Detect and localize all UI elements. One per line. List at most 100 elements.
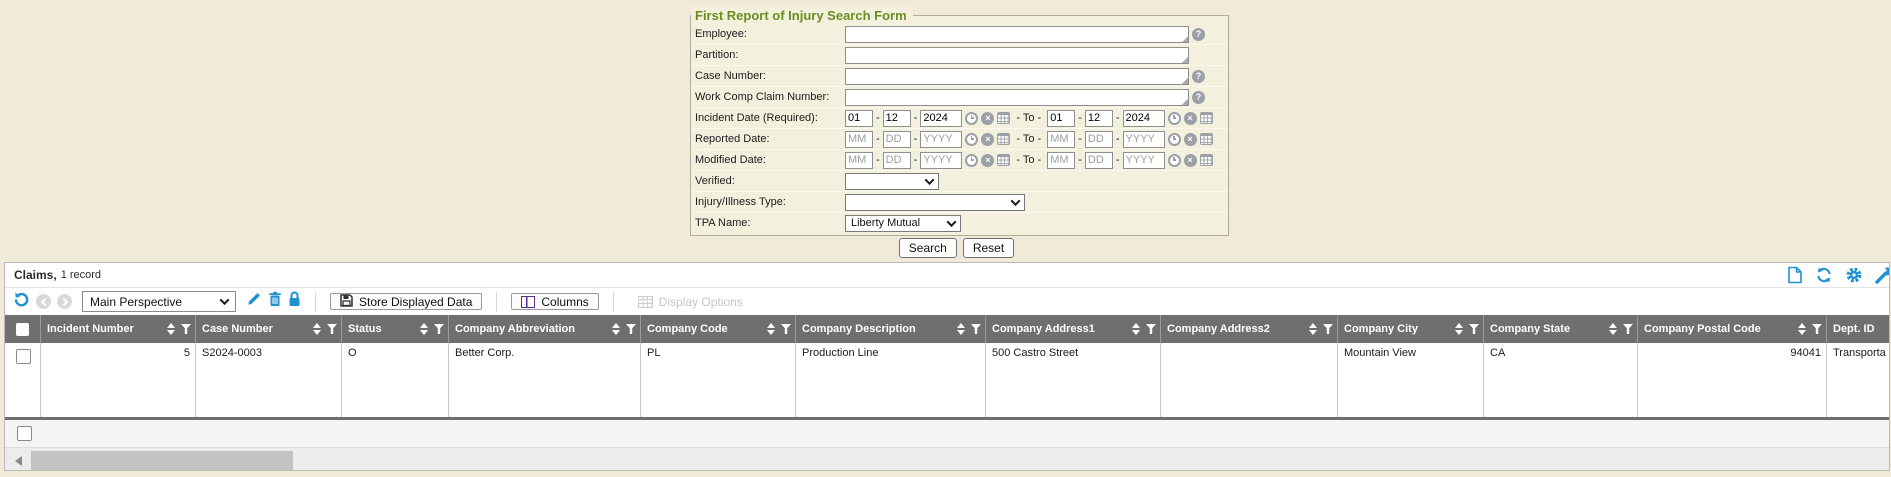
column-header-company-description[interactable]: Company Description — [796, 315, 986, 343]
sort-icon[interactable] — [1309, 323, 1317, 335]
reported-to-day-input[interactable] — [1085, 131, 1113, 148]
lock-icon[interactable] — [288, 291, 301, 312]
column-header-dept-id[interactable]: Dept. ID — [1827, 315, 1889, 343]
column-header-company-abbreviation[interactable]: Company Abbreviation — [449, 315, 641, 343]
calendar-icon[interactable] — [1200, 133, 1213, 145]
sort-icon[interactable] — [1455, 323, 1463, 335]
refresh-icon[interactable] — [1815, 266, 1833, 284]
filter-icon[interactable] — [1323, 324, 1333, 334]
column-header-company-state[interactable]: Company State — [1484, 315, 1638, 343]
case-number-input[interactable] — [845, 68, 1189, 85]
filter-icon[interactable] — [434, 324, 444, 334]
clock-icon[interactable] — [1168, 133, 1181, 146]
employee-input[interactable] — [845, 26, 1189, 43]
filter-icon[interactable] — [327, 324, 337, 334]
row-checkbox[interactable] — [5, 343, 41, 417]
scroll-left-icon[interactable] — [15, 456, 22, 466]
filter-icon[interactable] — [781, 324, 791, 334]
calendar-icon[interactable] — [997, 133, 1010, 145]
incident-to-day-input[interactable] — [1085, 110, 1113, 127]
calendar-icon[interactable] — [1200, 112, 1213, 124]
sort-icon[interactable] — [420, 323, 428, 335]
calendar-icon[interactable] — [997, 112, 1010, 124]
clock-icon[interactable] — [1168, 112, 1181, 125]
help-icon[interactable]: ? — [1192, 70, 1205, 83]
reported-from-month-input[interactable] — [845, 131, 873, 148]
wrench-icon[interactable] — [1875, 266, 1890, 284]
calendar-icon[interactable] — [997, 154, 1010, 166]
filter-icon[interactable] — [1469, 324, 1479, 334]
sort-icon[interactable] — [767, 323, 775, 335]
column-header-company-code[interactable]: Company Code — [641, 315, 796, 343]
clock-icon[interactable] — [965, 112, 978, 125]
filter-icon[interactable] — [626, 324, 636, 334]
sort-icon[interactable] — [957, 323, 965, 335]
filter-icon[interactable] — [1812, 324, 1822, 334]
help-icon[interactable]: ? — [1192, 91, 1205, 104]
calendar-icon[interactable] — [1200, 154, 1213, 166]
undo-icon[interactable] — [13, 291, 30, 313]
filter-icon[interactable] — [1623, 324, 1633, 334]
search-button[interactable]: Search — [899, 238, 957, 258]
reset-button[interactable]: Reset — [963, 238, 1014, 258]
sort-icon[interactable] — [612, 323, 620, 335]
select-all-checkbox[interactable] — [5, 315, 41, 343]
clock-icon[interactable] — [965, 133, 978, 146]
incident-from-day-input[interactable] — [883, 110, 911, 127]
edit-icon[interactable] — [246, 291, 262, 312]
filter-icon[interactable] — [181, 324, 191, 334]
tpa-name-select[interactable]: Liberty Mutual — [845, 215, 961, 232]
modified-from-day-input[interactable] — [883, 152, 911, 169]
clear-icon[interactable]: × — [1184, 154, 1197, 167]
modified-from-year-input[interactable] — [920, 152, 962, 169]
prev-icon[interactable] — [36, 294, 51, 309]
incident-to-year-input[interactable] — [1123, 110, 1165, 127]
column-header-company-postal-code[interactable]: Company Postal Code — [1638, 315, 1827, 343]
modified-to-year-input[interactable] — [1123, 152, 1165, 169]
incident-to-month-input[interactable] — [1047, 110, 1075, 127]
modified-to-day-input[interactable] — [1085, 152, 1113, 169]
clear-icon[interactable]: × — [1184, 112, 1197, 125]
clock-icon[interactable] — [965, 154, 978, 167]
column-header-incident-number[interactable]: Incident Number — [41, 315, 196, 343]
table-row[interactable]: 5 S2024-0003 O Better Corp. PL Productio… — [5, 343, 1889, 417]
columns-button[interactable]: Columns — [511, 293, 598, 310]
reported-from-day-input[interactable] — [883, 131, 911, 148]
column-header-status[interactable]: Status — [342, 315, 449, 343]
sort-icon[interactable] — [313, 323, 321, 335]
horizontal-scrollbar[interactable] — [5, 448, 1889, 471]
modified-from-month-input[interactable] — [845, 152, 873, 169]
partition-input[interactable] — [845, 47, 1189, 64]
reported-to-month-input[interactable] — [1047, 131, 1075, 148]
column-header-company-address1[interactable]: Company Address1 — [986, 315, 1161, 343]
clear-icon[interactable]: × — [981, 154, 994, 167]
verified-select[interactable] — [845, 173, 939, 190]
delete-icon[interactable] — [268, 291, 282, 312]
column-header-case-number[interactable]: Case Number — [196, 315, 342, 343]
incident-from-month-input[interactable] — [845, 110, 873, 127]
work-comp-input[interactable] — [845, 89, 1189, 106]
help-icon[interactable]: ? — [1192, 28, 1205, 41]
clock-icon[interactable] — [1168, 154, 1181, 167]
column-header-company-city[interactable]: Company City — [1338, 315, 1484, 343]
filter-icon[interactable] — [971, 324, 981, 334]
reported-from-year-input[interactable] — [920, 131, 962, 148]
clear-icon[interactable]: × — [981, 133, 994, 146]
filter-icon[interactable] — [1146, 324, 1156, 334]
incident-from-year-input[interactable] — [920, 110, 962, 127]
modified-to-month-input[interactable] — [1047, 152, 1075, 169]
clear-icon[interactable]: × — [981, 112, 994, 125]
store-displayed-data-button[interactable]: Store Displayed Data — [330, 293, 482, 310]
column-header-company-address2[interactable]: Company Address2 — [1161, 315, 1338, 343]
sort-icon[interactable] — [1132, 323, 1140, 335]
clear-icon[interactable]: × — [1184, 133, 1197, 146]
new-document-icon[interactable] — [1787, 266, 1803, 284]
perspective-select[interactable]: Main Perspective — [82, 291, 236, 312]
scrollbar-thumb[interactable] — [31, 451, 293, 470]
sort-icon[interactable] — [1798, 323, 1806, 335]
footer-checkbox[interactable] — [17, 426, 32, 441]
injury-type-select[interactable] — [845, 194, 1025, 211]
sort-icon[interactable] — [167, 323, 175, 335]
reported-to-year-input[interactable] — [1123, 131, 1165, 148]
next-icon[interactable] — [57, 294, 72, 309]
